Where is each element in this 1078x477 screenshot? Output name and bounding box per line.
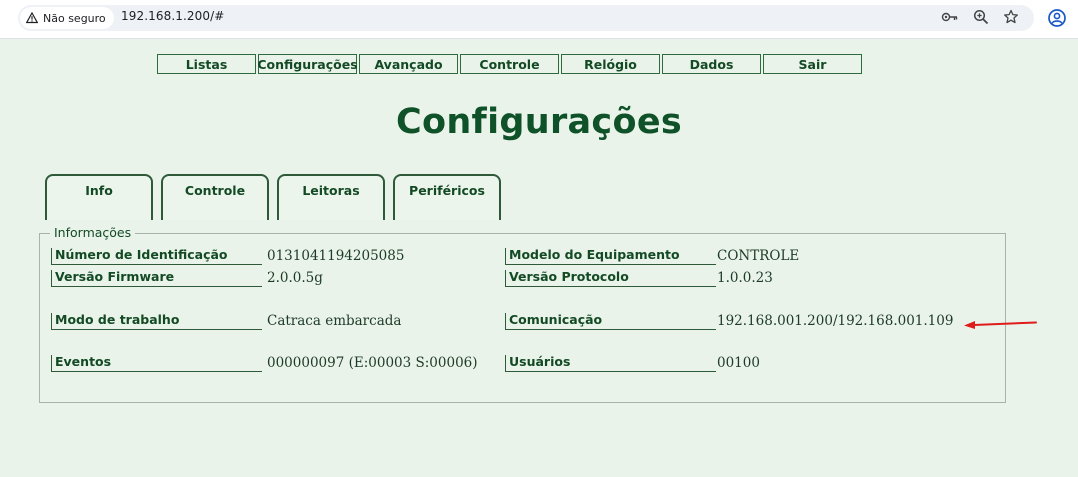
tab-leitoras[interactable]: Leitoras: [277, 174, 385, 220]
value-usuarios: 00100: [717, 355, 760, 371]
label-modelo-equipamento: Modelo do Equipamento: [505, 248, 716, 265]
tab-perifericos[interactable]: Periféricos: [393, 174, 501, 220]
value-eventos: 000000097 (E:00003 S:00006): [267, 355, 478, 371]
nav-configuracoes[interactable]: Configurações: [257, 54, 358, 74]
value-comunicacao: 192.168.001.200/192.168.001.109: [717, 313, 954, 329]
nav-sair[interactable]: Sair: [763, 54, 862, 74]
label-modo-trabalho: Modo de trabalho: [51, 313, 262, 330]
label-versao-firmware: Versão Firmware: [51, 270, 262, 287]
zoom-icon[interactable]: [972, 8, 990, 26]
info-legend: Informações: [50, 225, 136, 240]
bookmark-star-icon[interactable]: [1002, 8, 1020, 26]
main-nav: Listas Configurações Avançado Controle R…: [157, 54, 862, 74]
value-modo-trabalho: Catraca embarcada: [267, 313, 402, 329]
browser-toolbar: Não seguro 192.168.1.200/#: [0, 0, 1078, 39]
label-comunicacao: Comunicação: [505, 313, 716, 330]
nav-controle[interactable]: Controle: [460, 54, 559, 74]
password-key-icon[interactable]: [941, 8, 959, 26]
value-modelo-equipamento: CONTROLE: [717, 248, 800, 264]
label-numero-identificacao: Número de Identificação: [51, 248, 262, 265]
profile-icon[interactable]: [1047, 8, 1067, 28]
tab-info[interactable]: Info: [45, 174, 153, 220]
value-numero-identificacao: 0131041194205085: [267, 248, 405, 264]
label-usuarios: Usuários: [505, 355, 716, 372]
url-text[interactable]: 192.168.1.200/#: [121, 9, 224, 23]
nav-avancado[interactable]: Avançado: [359, 54, 458, 74]
security-indicator[interactable]: Não seguro: [20, 7, 114, 29]
warning-icon: [26, 12, 38, 24]
nav-relogio[interactable]: Relógio: [561, 54, 660, 74]
security-label: Não seguro: [43, 11, 106, 25]
value-versao-firmware: 2.0.0.5g: [267, 270, 323, 286]
value-versao-protocolo: 1.0.0.23: [717, 270, 773, 286]
red-arrow-annotation: [964, 321, 1037, 329]
tab-controle[interactable]: Controle: [161, 174, 269, 220]
label-eventos: Eventos: [51, 355, 262, 372]
label-versao-protocolo: Versão Protocolo: [505, 270, 716, 287]
page-title: Configurações: [396, 102, 682, 142]
nav-listas[interactable]: Listas: [157, 54, 256, 74]
nav-dados[interactable]: Dados: [662, 54, 761, 74]
